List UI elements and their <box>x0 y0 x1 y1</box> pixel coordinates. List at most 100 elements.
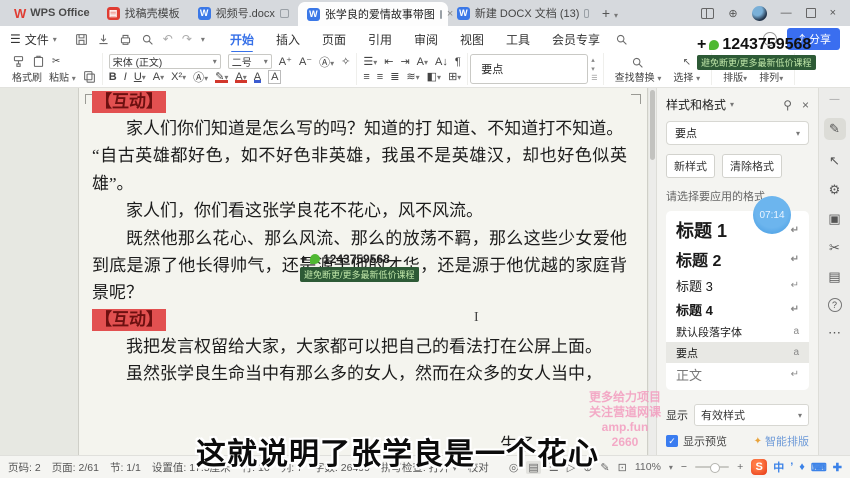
smart-typeset-button[interactable]: ✦ 智能排版 <box>754 433 809 449</box>
text-effect-icon[interactable]: Ⓐ▾ <box>319 54 334 70</box>
align-left-icon[interactable]: ≡ <box>363 71 369 83</box>
find-replace-button[interactable]: 查找替换 ▾ <box>610 54 667 85</box>
font-name-combo[interactable]: 宋体 (正文)▾ <box>109 54 221 69</box>
tab-tools[interactable]: 工具 <box>495 27 541 52</box>
status-page-number[interactable]: 页码: 2 <box>8 460 41 475</box>
save-icon[interactable] <box>75 33 88 46</box>
ime-mic-icon[interactable]: ♦ <box>799 461 805 473</box>
clear-format-icon[interactable]: ✧ <box>341 55 350 68</box>
split-screen-icon[interactable] <box>701 8 714 19</box>
app-brand[interactable]: W WPS Office <box>6 6 98 21</box>
format-painter-icon[interactable] <box>12 55 25 68</box>
paste-icon[interactable] <box>32 55 45 68</box>
highlight-color-icon[interactable]: ✎▾ <box>215 70 228 83</box>
new-tab-button[interactable]: + ▾ <box>598 5 622 21</box>
shrink-font-icon[interactable]: A⁻ <box>299 55 312 68</box>
clear-format-button[interactable]: 清除格式 <box>722 154 782 178</box>
style-keypoint[interactable]: 要点a <box>666 342 809 363</box>
print-icon[interactable] <box>119 33 132 46</box>
sogou-logo-icon[interactable]: S <box>751 459 767 475</box>
tab-active-doc[interactable]: W 张学良的爱情故事带图 × <box>298 2 448 26</box>
style-gallery-current[interactable]: 要点 <box>470 54 588 84</box>
globe-icon[interactable]: ⊕ <box>728 7 737 20</box>
tab-insert[interactable]: 插入 <box>265 27 311 52</box>
zoom-level[interactable]: 110% <box>635 461 661 473</box>
superscript-icon[interactable]: X²▾ <box>171 71 186 83</box>
tab-member[interactable]: 会员专享 <box>541 27 611 52</box>
status-section[interactable]: 节: 1/1 <box>110 460 141 475</box>
italic-button[interactable]: I <box>124 71 127 83</box>
user-avatar[interactable] <box>752 6 767 21</box>
shading-icon[interactable]: ◧▾ <box>427 70 441 83</box>
zoom-in-button[interactable]: + <box>737 461 743 473</box>
redo-icon[interactable]: ↷ <box>182 32 192 46</box>
scrollbar-thumb[interactable] <box>650 90 655 160</box>
help-icon[interactable]: ? <box>828 298 842 312</box>
zoom-caret-icon[interactable]: ▾ <box>669 463 673 472</box>
gallery-more-icon[interactable]: ☰ <box>591 74 597 82</box>
cut-icon[interactable]: ✂ <box>52 56 60 67</box>
dock-handle[interactable]: — <box>830 94 840 105</box>
border-icon[interactable]: ⊞▾ <box>448 70 461 83</box>
new-style-button[interactable]: 新样式 <box>666 154 715 178</box>
gallery-down-icon[interactable]: ▾ <box>591 65 597 73</box>
minimize-button[interactable]: — <box>781 7 792 19</box>
more-dots-icon[interactable]: ⋯ <box>828 325 841 341</box>
char-scale-icon[interactable]: A▾ <box>417 56 428 68</box>
bullet-list-icon[interactable]: ☰▾ <box>363 55 377 68</box>
restore-button[interactable] <box>806 8 816 18</box>
fit-page-icon[interactable]: ⊡ <box>618 461 627 474</box>
font-size-combo[interactable]: 二号▾ <box>228 54 272 69</box>
copy-icon[interactable] <box>83 70 96 83</box>
decrease-indent-icon[interactable]: ⇤ <box>384 55 393 68</box>
style-heading3[interactable]: 标题 3↵ <box>666 273 809 297</box>
ime-punct-icon[interactable]: ’ <box>790 461 793 473</box>
style-body-text[interactable]: 正文↵ <box>666 363 809 386</box>
close-button[interactable]: × <box>830 7 836 19</box>
select-arrow-icon[interactable]: ↖ <box>829 153 840 169</box>
status-page-count[interactable]: 页面: 2/61 <box>52 460 99 475</box>
line-spacing-icon[interactable]: ≋▾ <box>406 70 419 83</box>
ime-toolbox-icon[interactable]: ✚ <box>833 461 842 474</box>
tab-reference[interactable]: 引用 <box>357 27 403 52</box>
display-filter-select[interactable]: 有效样式▾ <box>694 404 809 426</box>
float-window-icon[interactable] <box>280 9 289 18</box>
search-icon[interactable] <box>615 33 628 46</box>
char-border-icon[interactable]: A <box>268 70 281 84</box>
tab-page[interactable]: 页面 <box>311 27 357 52</box>
panel-close-icon[interactable]: × <box>802 98 809 112</box>
tab-video-doc[interactable]: W 视频号.docx <box>189 0 298 26</box>
zoom-out-button[interactable]: − <box>681 461 687 473</box>
float-window-icon[interactable] <box>584 9 588 18</box>
tab-review[interactable]: 审阅 <box>403 27 449 52</box>
write-mode-icon[interactable]: ✎ <box>600 461 609 474</box>
underline-button[interactable]: U▾ <box>134 71 146 83</box>
style-default-font[interactable]: 默认段落字体a <box>666 321 809 342</box>
panel-caret-icon[interactable]: ▾ <box>730 100 734 109</box>
zoom-slider[interactable] <box>695 466 729 468</box>
ime-keyboard-icon[interactable]: ⌨ <box>811 461 827 474</box>
format-painter-button[interactable]: 格式刷 <box>12 69 42 84</box>
float-window-icon[interactable] <box>440 10 442 19</box>
char-shading-icon[interactable]: A <box>254 71 261 83</box>
align-center-icon[interactable]: ≡ <box>377 71 383 83</box>
char-shadow-icon[interactable]: A▾ <box>153 71 164 83</box>
image-tool-icon[interactable]: ▣ <box>828 211 840 227</box>
edit-pen-icon[interactable]: ✎ <box>824 118 846 140</box>
export-icon[interactable] <box>97 33 110 46</box>
read-book-icon[interactable]: ▤ <box>828 269 840 285</box>
paragraph-mark-icon[interactable]: ¶ <box>455 56 461 68</box>
cut-tool-icon[interactable]: ✂ <box>829 240 840 256</box>
increase-indent-icon[interactable]: ⇥ <box>400 55 409 68</box>
gallery-up-icon[interactable]: ▴ <box>591 56 597 64</box>
qat-caret-icon[interactable]: ▾ <box>201 35 205 44</box>
tab-view[interactable]: 视图 <box>449 27 495 52</box>
ime-mode-icon[interactable]: 中 <box>773 459 784 475</box>
pin-icon[interactable]: ⚲ <box>783 98 792 112</box>
style-heading2[interactable]: 标题 2↵ <box>666 245 809 273</box>
settings-sliders-icon[interactable]: ⚙ <box>829 182 841 198</box>
print-preview-icon[interactable] <box>141 33 154 46</box>
justify-icon[interactable]: ≣ <box>390 70 399 83</box>
grow-font-icon[interactable]: A⁺ <box>279 55 292 68</box>
font-color-icon[interactable]: A▾ <box>235 71 246 83</box>
